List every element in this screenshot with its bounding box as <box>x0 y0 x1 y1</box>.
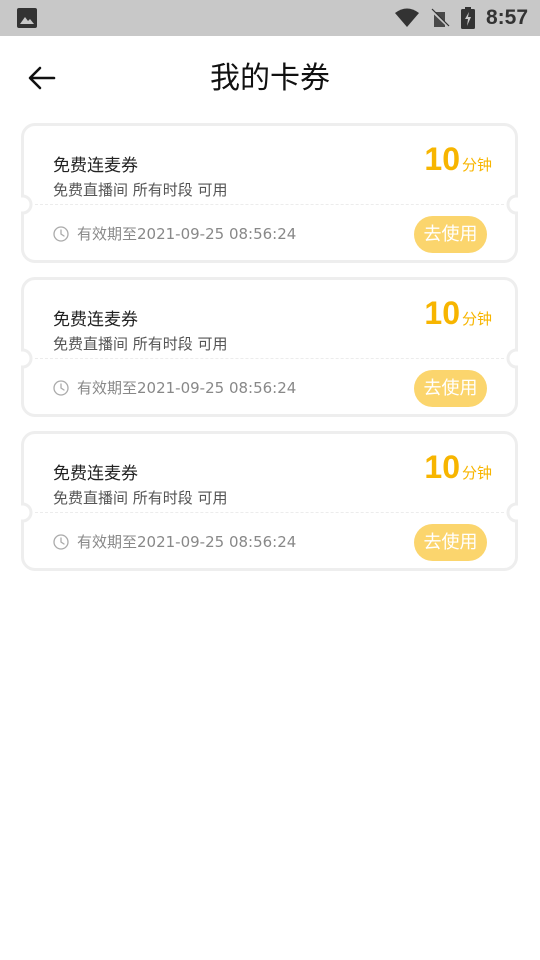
coupon-list: 免费连麦券 免费直播间 所有时段 可用 10 分钟 有效期至2021-09-25 … <box>21 123 518 585</box>
coupon-description: 免费直播间 所有时段 可用 <box>53 335 228 353</box>
no-signal-icon <box>430 8 450 28</box>
validity-row: 有效期至2021-09-25 08:56:24 <box>53 377 296 398</box>
coupon-description: 免费直播间 所有时段 可用 <box>53 489 228 507</box>
coupon-card[interactable]: 免费连麦券 免费直播间 所有时段 可用 10 分钟 有效期至2021-09-25 … <box>21 123 518 263</box>
page-title: 我的卡券 <box>210 61 330 96</box>
battery-icon <box>460 7 475 29</box>
dashed-divider <box>35 204 504 205</box>
coupon-name: 免费连麦券 <box>53 310 138 330</box>
use-coupon-button[interactable]: 去使用 <box>414 216 487 253</box>
use-coupon-button[interactable]: 去使用 <box>414 370 487 407</box>
clock-icon <box>53 379 69 396</box>
coupon-name: 免费连麦券 <box>53 464 138 484</box>
coupon-value: 10 分钟 <box>424 295 492 332</box>
validity-text: 有效期至2021-09-25 08:56:24 <box>77 225 297 243</box>
coupon-description: 免费直播间 所有时段 可用 <box>53 181 228 199</box>
coupon-value-number: 10 <box>424 449 460 485</box>
coupon-value: 10 分钟 <box>424 141 492 178</box>
coupon-value-number: 10 <box>424 141 460 177</box>
coupon-value: 10 分钟 <box>424 449 492 486</box>
dashed-divider <box>35 512 504 513</box>
validity-row: 有效期至2021-09-25 08:56:24 <box>53 531 296 552</box>
validity-text: 有效期至2021-09-25 08:56:24 <box>77 379 297 397</box>
coupon-value-unit: 分钟 <box>461 156 492 174</box>
status-bar: 8:57 <box>0 0 540 36</box>
coupon-card[interactable]: 免费连麦券 免费直播间 所有时段 可用 10 分钟 有效期至2021-09-25 … <box>21 277 518 417</box>
image-notification-icon <box>17 8 37 28</box>
dashed-divider <box>35 358 504 359</box>
back-button[interactable] <box>22 56 62 100</box>
coupon-value-unit: 分钟 <box>461 464 492 482</box>
arrow-left-icon <box>28 66 56 90</box>
wifi-icon <box>394 8 419 27</box>
app-header: 我的卡券 <box>0 36 540 122</box>
coupon-value-number: 10 <box>424 295 460 331</box>
clock-icon <box>53 225 69 242</box>
validity-row: 有效期至2021-09-25 08:56:24 <box>53 223 296 244</box>
status-icons: 8:57 <box>394 0 528 36</box>
coupon-value-unit: 分钟 <box>461 310 492 328</box>
validity-text: 有效期至2021-09-25 08:56:24 <box>77 533 297 551</box>
coupon-card[interactable]: 免费连麦券 免费直播间 所有时段 可用 10 分钟 有效期至2021-09-25 … <box>21 431 518 571</box>
use-coupon-button[interactable]: 去使用 <box>414 524 487 561</box>
coupon-name: 免费连麦券 <box>53 156 138 176</box>
status-time: 8:57 <box>485 6 528 29</box>
clock-icon <box>53 533 69 550</box>
